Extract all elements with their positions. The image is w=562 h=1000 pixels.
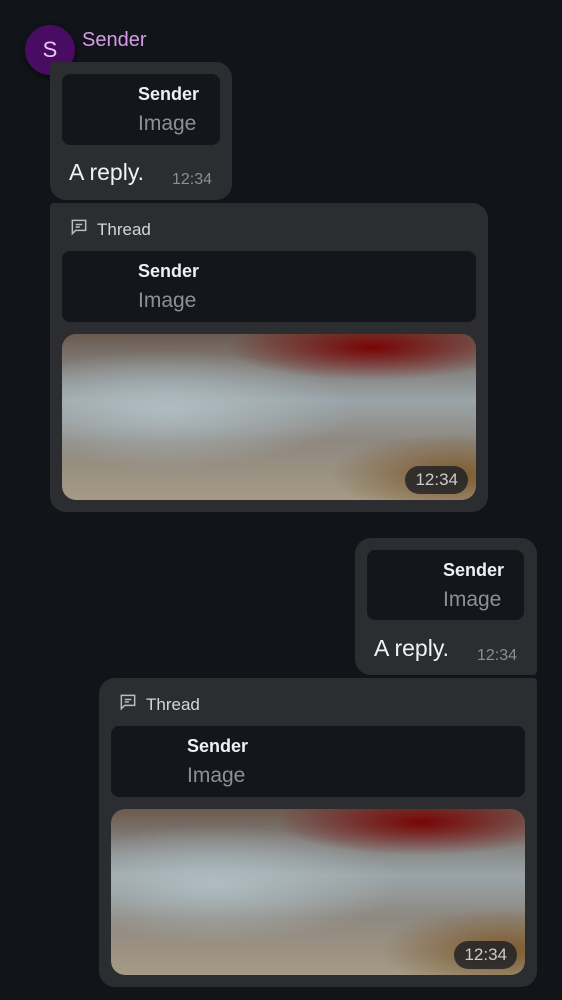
image-attachment[interactable]: 12:34 [111,809,525,975]
reply-sender: Sender [187,736,249,756]
message-text: A reply. [69,159,144,185]
message-time: 12:34 [172,171,213,188]
thread-header[interactable]: Thread [118,692,200,717]
avatar-initial: S [42,37,58,62]
image-attachment[interactable]: 12:34 [62,334,476,500]
reply-body: Image [138,289,197,312]
reply-preview[interactable]: Sender Image [62,251,476,322]
image-time: 12:34 [454,941,517,969]
message-text: A reply. [374,635,449,661]
reply-body: Image [138,112,197,135]
message-time: 12:34 [477,647,518,664]
thread-bubble[interactable]: Thread Sender Image 12:34 [50,203,488,512]
image-time: 12:34 [405,466,468,494]
reply-sender: Sender [138,261,200,281]
message-bubble[interactable]: Sender Image A reply. 12:34 [355,538,537,675]
thread-icon [69,217,89,242]
sender-name[interactable]: Sender [82,29,147,52]
reply-sender: Sender [138,84,200,104]
reply-body: Image [187,764,246,787]
thread-label: Thread [146,694,200,714]
thread-header[interactable]: Thread [69,217,151,242]
thread-icon [118,692,138,717]
message-bubble[interactable]: Sender Image A reply. 12:34 [50,62,232,200]
reply-body: Image [443,588,502,611]
reply-preview[interactable]: Sender Image [62,74,220,145]
reply-preview[interactable]: Sender Image [111,726,525,797]
thread-label: Thread [97,219,151,239]
reply-sender: Sender [443,560,505,580]
reply-preview[interactable]: Sender Image [367,550,524,620]
thread-bubble[interactable]: Thread Sender Image 12:34 [99,678,537,987]
